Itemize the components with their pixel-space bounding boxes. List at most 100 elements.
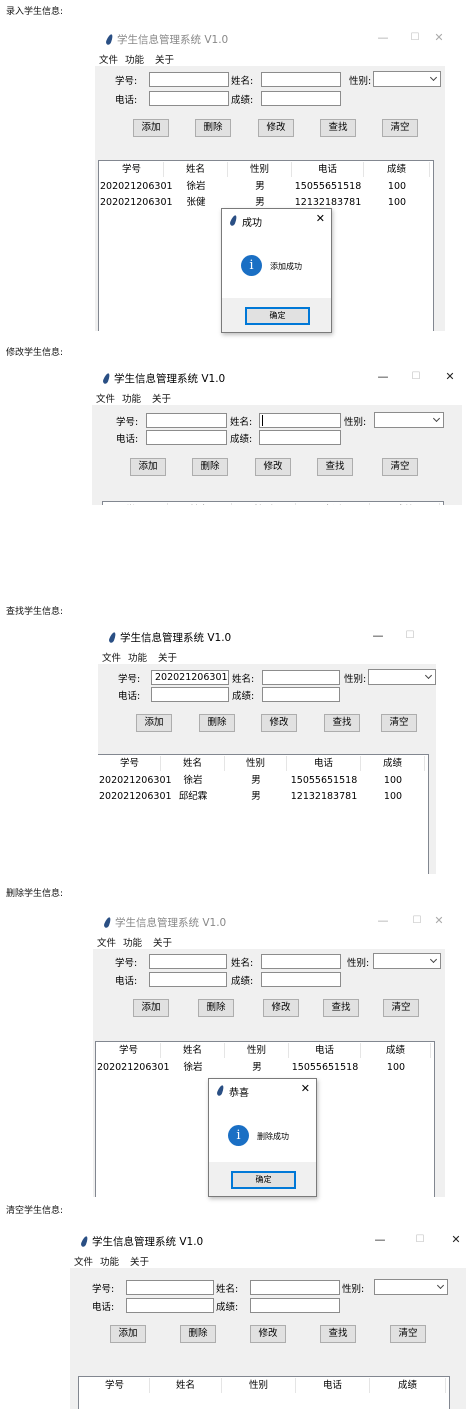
phone-input[interactable] xyxy=(126,1298,214,1313)
name-input[interactable] xyxy=(262,670,340,685)
score-input[interactable] xyxy=(261,972,341,987)
menu-item-function[interactable]: 功能 xyxy=(122,391,141,405)
name-input[interactable] xyxy=(259,413,341,428)
ok-button[interactable]: 确定 xyxy=(231,1171,296,1189)
menu-item-about[interactable]: 关于 xyxy=(153,935,172,949)
col-phone-header[interactable]: 电话 xyxy=(296,1378,370,1393)
col-student-id-header[interactable]: 学号 xyxy=(100,162,164,177)
minimize-button[interactable]: — xyxy=(370,628,386,644)
menu-item-function[interactable]: 功能 xyxy=(125,52,144,66)
delete-button[interactable]: 删除 xyxy=(198,999,234,1017)
name-input[interactable] xyxy=(261,72,341,87)
maximize-button[interactable]: ☐ xyxy=(407,30,423,46)
modify-button[interactable]: 修改 xyxy=(250,1325,286,1343)
phone-input[interactable] xyxy=(149,972,227,987)
modify-button[interactable]: 修改 xyxy=(263,999,299,1017)
delete-button[interactable]: 删除 xyxy=(192,458,228,476)
ok-button[interactable]: 确定 xyxy=(245,307,310,325)
delete-button[interactable]: 删除 xyxy=(199,714,235,732)
maximize-button[interactable]: ☐ xyxy=(409,913,425,929)
minimize-button[interactable]: — xyxy=(375,913,391,929)
score-input[interactable] xyxy=(261,91,341,106)
menu-item-file[interactable]: 文件 xyxy=(97,935,116,949)
col-phone-header[interactable]: 电话 xyxy=(292,162,364,177)
col-score-header[interactable]: 成绩 xyxy=(370,1378,446,1393)
menu-item-file[interactable]: 文件 xyxy=(102,650,121,664)
gender-select[interactable] xyxy=(373,953,441,969)
menu-item-function[interactable]: 功能 xyxy=(123,935,142,949)
score-input[interactable] xyxy=(250,1298,340,1313)
phone-input[interactable] xyxy=(146,430,227,445)
col-gender-header[interactable]: 性别 xyxy=(222,1378,296,1393)
col-score-header[interactable]: 成绩 xyxy=(364,162,430,177)
phone-input[interactable] xyxy=(149,91,229,106)
close-button[interactable]: ✕ xyxy=(448,1232,464,1248)
name-input[interactable] xyxy=(261,954,341,969)
dialog-close-button[interactable]: ✕ xyxy=(316,212,325,225)
col-student-id-header[interactable]: 学号 xyxy=(80,1378,150,1393)
name-input[interactable] xyxy=(250,1280,340,1295)
gender-select[interactable] xyxy=(374,1279,448,1295)
clear-button[interactable]: 清空 xyxy=(382,458,418,476)
maximize-button[interactable]: ☐ xyxy=(402,628,418,644)
score-input[interactable] xyxy=(259,430,341,445)
col-phone-header[interactable]: 电话 xyxy=(296,503,370,505)
col-score-header[interactable]: 成绩 xyxy=(361,1043,431,1058)
clear-button[interactable]: 清空 xyxy=(381,714,417,732)
close-button[interactable]: ✕ xyxy=(433,628,436,644)
add-button[interactable]: 添加 xyxy=(110,1325,146,1343)
col-gender-header[interactable]: 性别 xyxy=(228,162,292,177)
modify-button[interactable]: 修改 xyxy=(261,714,297,732)
maximize-button[interactable]: ☐ xyxy=(412,1232,428,1248)
clear-button[interactable]: 清空 xyxy=(382,119,418,137)
minimize-button[interactable]: — xyxy=(375,30,391,46)
col-name-header[interactable]: 姓名 xyxy=(168,503,232,505)
search-button[interactable]: 查找 xyxy=(320,119,356,137)
dialog-close-button[interactable]: ✕ xyxy=(301,1082,310,1095)
col-name-header[interactable]: 姓名 xyxy=(161,756,225,771)
menu-item-file[interactable]: 文件 xyxy=(74,1254,93,1268)
col-score-header[interactable]: 成绩 xyxy=(370,503,440,505)
student-id-input[interactable]: 2020212063014 xyxy=(151,670,229,685)
gender-select[interactable] xyxy=(374,412,444,428)
col-phone-header[interactable]: 电话 xyxy=(287,756,361,771)
clear-button[interactable]: 清空 xyxy=(390,1325,426,1343)
student-id-input[interactable] xyxy=(149,954,227,969)
menu-item-file[interactable]: 文件 xyxy=(99,52,118,66)
menu-item-about[interactable]: 关于 xyxy=(152,391,171,405)
minimize-button[interactable]: — xyxy=(375,369,391,385)
col-student-id-header[interactable]: 学号 xyxy=(99,756,161,771)
menu-item-about[interactable]: 关于 xyxy=(158,650,177,664)
col-phone-header[interactable]: 电话 xyxy=(289,1043,361,1058)
delete-button[interactable]: 删除 xyxy=(180,1325,216,1343)
add-button[interactable]: 添加 xyxy=(133,119,169,137)
add-button[interactable]: 添加 xyxy=(133,999,169,1017)
menu-item-function[interactable]: 功能 xyxy=(100,1254,119,1268)
search-button[interactable]: 查找 xyxy=(320,1325,356,1343)
col-student-id-header[interactable]: 学号 xyxy=(104,503,168,505)
col-name-header[interactable]: 姓名 xyxy=(164,162,228,177)
col-score-header[interactable]: 成绩 xyxy=(361,756,425,771)
add-button[interactable]: 添加 xyxy=(130,458,166,476)
col-gender-header[interactable]: 性别 xyxy=(232,503,296,505)
menu-item-file[interactable]: 文件 xyxy=(96,391,115,405)
search-button[interactable]: 查找 xyxy=(317,458,353,476)
modify-button[interactable]: 修改 xyxy=(255,458,291,476)
modify-button[interactable]: 修改 xyxy=(258,119,294,137)
gender-select[interactable] xyxy=(373,71,441,87)
add-button[interactable]: 添加 xyxy=(136,714,172,732)
menu-item-about[interactable]: 关于 xyxy=(130,1254,149,1268)
score-input[interactable] xyxy=(262,687,340,702)
search-button[interactable]: 查找 xyxy=(323,999,359,1017)
menu-item-function[interactable]: 功能 xyxy=(128,650,147,664)
minimize-button[interactable]: — xyxy=(372,1232,388,1248)
gender-select[interactable] xyxy=(368,669,436,685)
close-button[interactable]: ✕ xyxy=(431,30,445,46)
col-name-header[interactable]: 姓名 xyxy=(150,1378,222,1393)
menu-item-about[interactable]: 关于 xyxy=(155,52,174,66)
student-id-input[interactable] xyxy=(149,72,229,87)
col-student-id-header[interactable]: 学号 xyxy=(97,1043,161,1058)
maximize-button[interactable]: ☐ xyxy=(408,369,424,385)
phone-input[interactable] xyxy=(151,687,229,702)
col-gender-header[interactable]: 性别 xyxy=(225,1043,289,1058)
